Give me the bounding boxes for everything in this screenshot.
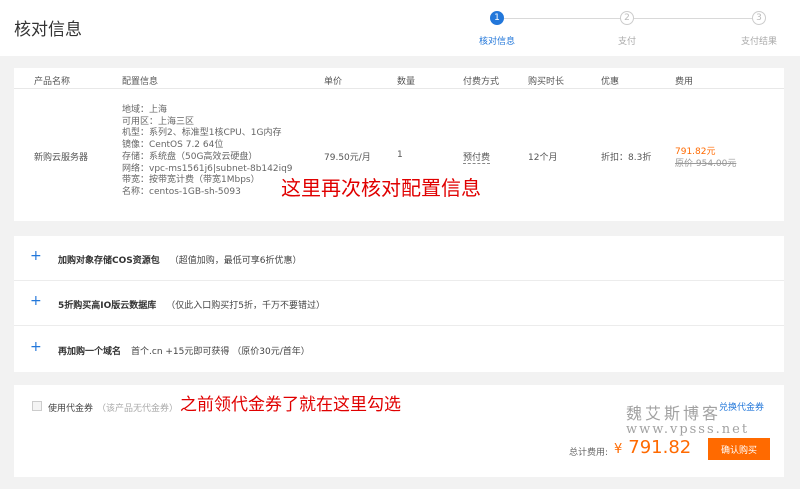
divider — [14, 88, 784, 89]
addon-note: （仅此入口购买打5折，千万不要错过） — [166, 301, 325, 311]
step-connector — [504, 18, 622, 19]
plus-icon[interactable]: + — [30, 249, 42, 263]
duration: 12个月 — [528, 153, 558, 163]
plus-icon[interactable]: + — [30, 340, 42, 354]
addon-title: 再加购一个域名 — [58, 347, 122, 357]
quantity: 1 — [397, 150, 403, 160]
progress-steps: 1 2 3 核对信息 支付 支付结果 — [470, 10, 790, 50]
addon-title: 加购对象存储COS资源包 — [58, 256, 160, 266]
annotation-config-note: 这里再次核对配置信息 — [281, 176, 481, 200]
addon-note: （超值加购，最低可享6折优惠） — [169, 256, 302, 266]
total-amount: 791.82 — [628, 437, 692, 458]
pay-method: 预付费 — [463, 150, 491, 164]
config-line: 网络：vpc-ms1561j6|subnet-8b142iq9 — [122, 163, 293, 174]
config-line: 带宽：按带宽计费（带宽1Mbps） — [122, 175, 260, 186]
addon-list: + 加购对象存储COS资源包 （超值加购，最低可享6折优惠） + 5折购买高IO版… — [14, 236, 784, 372]
config-info: 地域：上海 可用区：上海三区 机型：系列2、标准型1核CPU、1G内存 镜像：C… — [122, 105, 293, 199]
col-header-fee: 费用 — [675, 77, 694, 87]
col-header-pay-method: 付费方式 — [463, 77, 500, 87]
exchange-voucher-link[interactable]: 兑换代金券 — [719, 400, 764, 413]
step-3-marker: 3 — [752, 11, 766, 25]
watermark-name: 魏艾斯博客 — [626, 404, 722, 423]
config-line: 存储：系统盘（50G高效云硬盘） — [122, 151, 258, 162]
discount: 折扣：8.3折 — [601, 153, 652, 163]
step-1-marker: 1 — [490, 11, 504, 25]
voucher-hint: （该产品无代金券） — [97, 404, 179, 414]
unit-price: 79.50元/月 — [324, 153, 371, 163]
config-line: 镜像：CentOS 7.2 64位 — [122, 140, 224, 151]
addon-database[interactable]: + 5折购买高IO版云数据库 （仅此入口购买打5折，千万不要错过） — [14, 281, 784, 326]
addon-domain[interactable]: + 再加购一个域名 首个.cn +15元即可获得 （原价30元/首年） — [14, 327, 784, 372]
plus-icon[interactable]: + — [30, 294, 42, 308]
col-header-discount: 优惠 — [601, 77, 620, 87]
col-header-quantity: 数量 — [397, 77, 416, 87]
col-header-duration: 购买时长 — [528, 77, 565, 87]
col-header-config: 配置信息 — [122, 77, 159, 87]
original-fee: 原价 954.00元 — [675, 159, 737, 169]
voucher-checkbox[interactable] — [32, 401, 42, 411]
currency-symbol: ¥ — [614, 442, 623, 457]
confirm-purchase-button[interactable]: 确认购买 — [708, 438, 770, 460]
step-2-marker: 2 — [620, 11, 634, 25]
product-name: 新购云服务器 — [34, 153, 89, 163]
watermark-url: www.vpsss.net — [626, 422, 750, 437]
header: 核对信息 1 2 3 核对信息 支付 支付结果 — [0, 0, 800, 56]
addon-title: 5折购买高IO版云数据库 — [58, 301, 157, 311]
config-line: 地域：上海 — [122, 105, 168, 115]
config-line: 机型：系列2、标准型1核CPU、1G内存 — [122, 128, 282, 139]
addon-cos[interactable]: + 加购对象存储COS资源包 （超值加购，最低可享6折优惠） — [14, 236, 784, 281]
step-2-label: 支付 — [617, 37, 637, 47]
addon-note: 首个.cn +15元即可获得 （原价30元/首年） — [131, 347, 310, 357]
page-title: 核对信息 — [14, 20, 82, 40]
annotation-voucher-note: 之前领代金券了就在这里勾选 — [180, 395, 401, 415]
step-connector — [634, 18, 752, 19]
col-header-unit-price: 单价 — [324, 77, 343, 87]
col-header-product: 产品名称 — [34, 77, 71, 87]
config-line: 可用区：上海三区 — [122, 116, 195, 127]
step-1-label: 核对信息 — [478, 37, 516, 47]
voucher-label: 使用代金券 — [48, 404, 94, 414]
total-label: 总计费用: — [569, 448, 609, 458]
config-line: 名称：centos-1GB-sh-5093 — [122, 186, 241, 197]
step-3-label: 支付结果 — [740, 37, 778, 47]
